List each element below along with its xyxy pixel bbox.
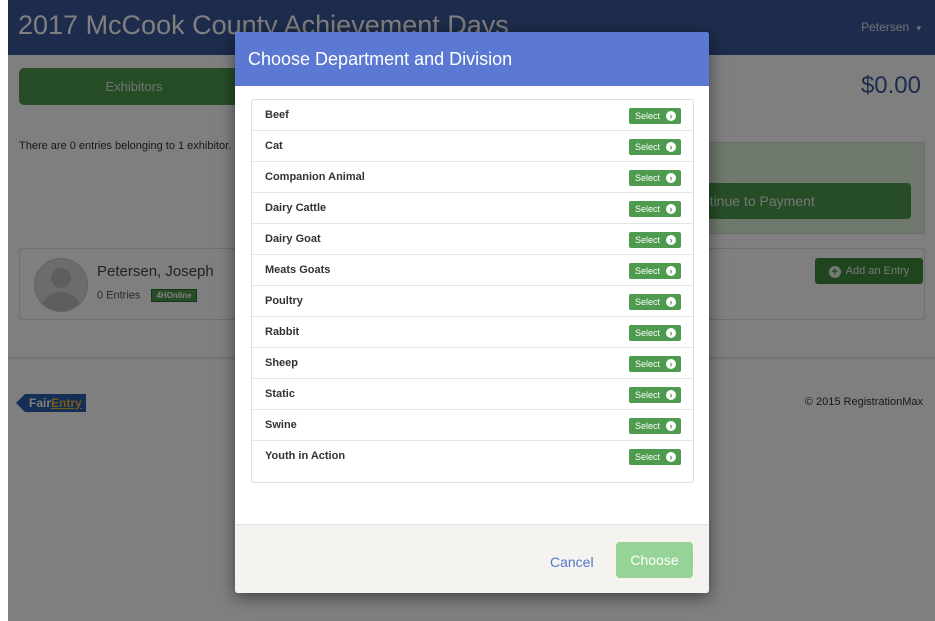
- circle-arrow-right-icon: ›: [666, 390, 676, 400]
- department-row[interactable]: Sheep Select ›: [252, 348, 693, 379]
- department-row[interactable]: Dairy Cattle Select ›: [252, 193, 693, 224]
- select-button[interactable]: Select ›: [629, 201, 681, 217]
- department-name: Swine: [265, 419, 297, 431]
- select-button[interactable]: Select ›: [629, 356, 681, 372]
- modal-title: Choose Department and Division: [248, 49, 513, 69]
- select-button[interactable]: Select ›: [629, 232, 681, 248]
- select-button[interactable]: Select ›: [629, 449, 681, 465]
- circle-arrow-right-icon: ›: [666, 173, 676, 183]
- department-name: Cat: [265, 140, 283, 152]
- department-list: Beef Select › Cat Select › Companion Anima…: [251, 99, 694, 483]
- modal-footer: Cancel Choose: [235, 524, 709, 593]
- department-row[interactable]: Swine Select ›: [252, 410, 693, 441]
- department-row[interactable]: Meats Goats Select ›: [252, 255, 693, 286]
- department-row[interactable]: Companion Animal Select ›: [252, 162, 693, 193]
- select-label: Select: [635, 142, 661, 152]
- select-label: Select: [635, 452, 661, 462]
- department-name: Meats Goats: [265, 264, 331, 276]
- department-name: Static: [265, 388, 295, 400]
- page: 2017 McCook County Achievement Days Pete…: [8, 0, 935, 621]
- department-name: Companion Animal: [265, 171, 365, 183]
- department-row[interactable]: Beef Select ›: [252, 100, 693, 131]
- select-button[interactable]: Select ›: [629, 387, 681, 403]
- department-name: Youth in Action: [265, 450, 346, 462]
- circle-arrow-right-icon: ›: [666, 235, 676, 245]
- department-row[interactable]: Youth in Action Select ›: [252, 441, 693, 472]
- department-row[interactable]: Dairy Goat Select ›: [252, 224, 693, 255]
- select-button[interactable]: Select ›: [629, 263, 681, 279]
- department-row[interactable]: Cat Select ›: [252, 131, 693, 162]
- select-button[interactable]: Select ›: [629, 170, 681, 186]
- circle-arrow-right-icon: ›: [666, 452, 676, 462]
- select-button[interactable]: Select ›: [629, 418, 681, 434]
- select-label: Select: [635, 421, 661, 431]
- circle-arrow-right-icon: ›: [666, 328, 676, 338]
- circle-arrow-right-icon: ›: [666, 111, 676, 121]
- select-label: Select: [635, 359, 661, 369]
- select-label: Select: [635, 204, 661, 214]
- select-label: Select: [635, 173, 661, 183]
- department-name: Beef: [265, 109, 289, 121]
- modal-header: Choose Department and Division: [235, 32, 709, 86]
- select-label: Select: [635, 390, 661, 400]
- select-label: Select: [635, 266, 661, 276]
- choose-button[interactable]: Choose: [616, 542, 693, 578]
- department-row[interactable]: Static Select ›: [252, 379, 693, 410]
- department-row[interactable]: Rabbit Select ›: [252, 317, 693, 348]
- department-name: Dairy Cattle: [265, 202, 327, 214]
- select-label: Select: [635, 235, 661, 245]
- department-modal: Choose Department and Division Beef Sele…: [235, 32, 709, 593]
- circle-arrow-right-icon: ›: [666, 266, 676, 276]
- circle-arrow-right-icon: ›: [666, 359, 676, 369]
- circle-arrow-right-icon: ›: [666, 204, 676, 214]
- department-row[interactable]: Poultry Select ›: [252, 286, 693, 317]
- select-label: Select: [635, 297, 661, 307]
- department-name: Rabbit: [265, 326, 300, 338]
- select-label: Select: [635, 328, 661, 338]
- circle-arrow-right-icon: ›: [666, 421, 676, 431]
- circle-arrow-right-icon: ›: [666, 297, 676, 307]
- select-button[interactable]: Select ›: [629, 108, 681, 124]
- select-label: Select: [635, 111, 661, 121]
- cancel-button[interactable]: Cancel: [550, 554, 594, 570]
- select-button[interactable]: Select ›: [629, 325, 681, 341]
- department-name: Dairy Goat: [265, 233, 321, 245]
- department-name: Sheep: [265, 357, 299, 369]
- circle-arrow-right-icon: ›: [666, 142, 676, 152]
- department-name: Poultry: [265, 295, 303, 307]
- select-button[interactable]: Select ›: [629, 139, 681, 155]
- select-button[interactable]: Select ›: [629, 294, 681, 310]
